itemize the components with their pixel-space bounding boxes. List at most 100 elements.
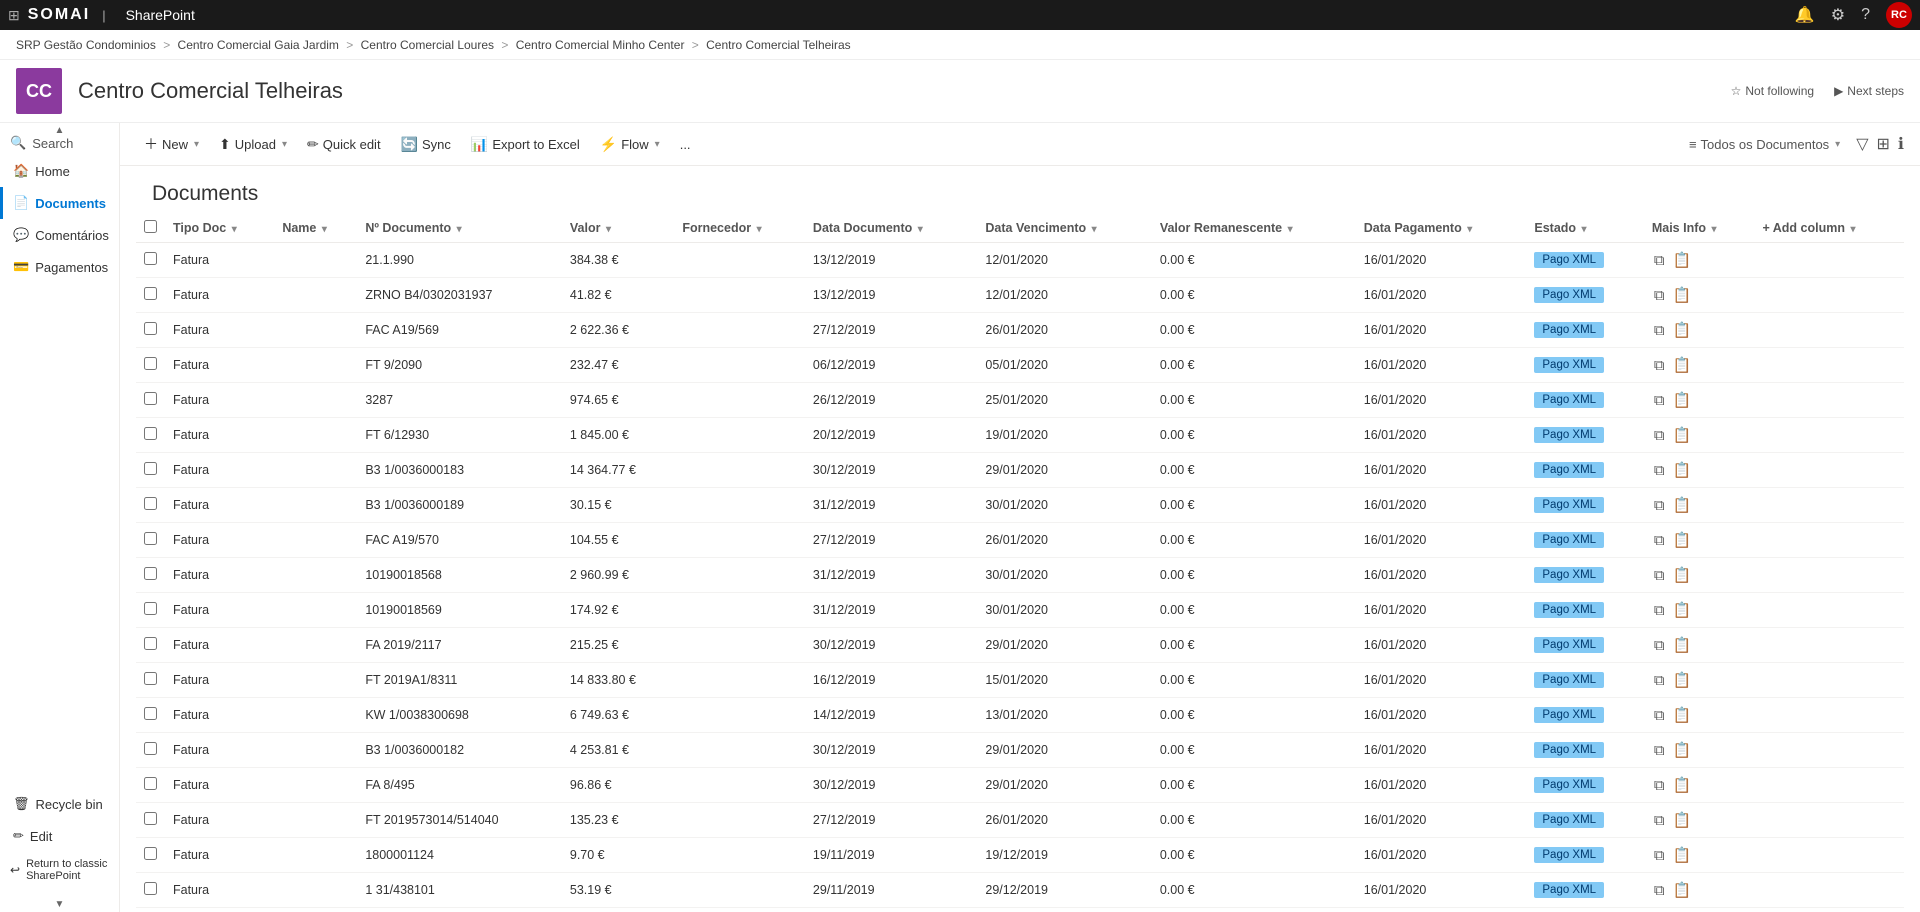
user-avatar[interactable]: RC [1886,2,1912,28]
copy-icon[interactable]: ⧉ [1652,250,1667,271]
upload-button[interactable]: ⬆ Upload ▾ [211,131,295,158]
sidebar-item-documents[interactable]: 📄 Documents [0,187,119,219]
sidebar-item-recycle[interactable]: 🗑 Recycle bin [0,788,119,820]
copy-icon[interactable]: ⧉ [1652,845,1667,866]
export-button[interactable]: 📊 Export to Excel [463,131,588,158]
breadcrumb-minho[interactable]: Centro Comercial Minho Center [512,38,689,52]
file-icon[interactable]: 📋 [1671,634,1694,656]
breadcrumb-loures[interactable]: Centro Comercial Loures [357,38,498,52]
row-checkbox[interactable] [144,812,157,825]
row-checkbox-cell[interactable] [136,313,165,348]
copy-icon[interactable]: ⧉ [1652,460,1667,481]
row-checkbox[interactable] [144,777,157,790]
copy-icon[interactable]: ⧉ [1652,670,1667,691]
col-data-documento[interactable]: Data Documento ▾ [805,214,977,243]
row-checkbox[interactable] [144,532,157,545]
file-icon[interactable]: 📋 [1671,879,1694,901]
col-valor-remanescente[interactable]: Valor Remanescente ▾ [1152,214,1356,243]
col-add-column[interactable]: + Add column ▾ [1754,214,1904,243]
copy-icon[interactable]: ⧉ [1652,320,1667,341]
row-checkbox-cell[interactable] [136,873,165,908]
table-row[interactable]: Fatura 1 31/438101 53.19 € 29/11/2019 29… [136,873,1904,908]
row-checkbox[interactable] [144,742,157,755]
row-checkbox[interactable] [144,287,157,300]
copy-icon[interactable]: ⧉ [1652,425,1667,446]
col-data-vencimento[interactable]: Data Vencimento ▾ [977,214,1151,243]
row-checkbox-cell[interactable] [136,803,165,838]
file-icon[interactable]: 📋 [1671,704,1694,726]
sidebar-scroll-down[interactable]: ▼ [0,897,119,912]
col-tipo-doc[interactable]: Tipo Doc ▾ [165,214,274,243]
table-row[interactable]: Fatura FA 2019/2117 215.25 € 30/12/2019 … [136,628,1904,663]
breadcrumb-telheiras[interactable]: Centro Comercial Telheiras [702,38,855,52]
copy-icon[interactable]: ⧉ [1652,495,1667,516]
table-row[interactable]: Fatura 10190018569 174.92 € 31/12/2019 3… [136,593,1904,628]
row-checkbox-cell[interactable] [136,418,165,453]
copy-icon[interactable]: ⧉ [1652,740,1667,761]
table-row[interactable]: Fatura B3 1/0036000183 14 364.77 € 30/12… [136,453,1904,488]
table-row[interactable]: Fatura FT 2019A1/8311 14 833.80 € 16/12/… [136,663,1904,698]
copy-icon[interactable]: ⧉ [1652,390,1667,411]
copy-icon[interactable]: ⧉ [1652,530,1667,551]
row-checkbox-cell[interactable] [136,278,165,313]
row-checkbox[interactable] [144,567,157,580]
row-checkbox[interactable] [144,672,157,685]
row-checkbox-cell[interactable] [136,453,165,488]
copy-icon[interactable]: ⧉ [1652,635,1667,656]
file-icon[interactable]: 📋 [1671,319,1694,341]
row-checkbox[interactable] [144,427,157,440]
col-valor[interactable]: Valor ▾ [562,214,674,243]
row-checkbox[interactable] [144,637,157,650]
row-checkbox[interactable] [144,882,157,895]
sidebar-scroll-up[interactable]: ▲ [0,123,119,138]
table-row[interactable]: Fatura 21.1.990 384.38 € 13/12/2019 12/0… [136,243,1904,278]
grid-icon[interactable]: ⊞ [8,7,20,24]
col-nr-documento[interactable]: Nº Documento ▾ [357,214,562,243]
col-data-pagamento[interactable]: Data Pagamento ▾ [1356,214,1527,243]
table-row[interactable]: Fatura B3 1/0036000189 30.15 € 31/12/201… [136,488,1904,523]
filter-action-icon[interactable]: ▽ [1856,134,1868,154]
file-icon[interactable]: 📋 [1671,249,1694,271]
file-icon[interactable]: 📋 [1671,809,1694,831]
row-checkbox-cell[interactable] [136,558,165,593]
row-checkbox-cell[interactable] [136,838,165,873]
select-all-checkbox[interactable] [144,220,157,233]
help-icon[interactable]: ? [1861,6,1870,24]
row-checkbox[interactable] [144,392,157,405]
row-checkbox-cell[interactable] [136,733,165,768]
row-checkbox-cell[interactable] [136,488,165,523]
table-row[interactable]: Fatura KW 1/0038300698 6 749.63 € 14/12/… [136,698,1904,733]
not-following-button[interactable]: ☆ Not following [1731,84,1814,98]
copy-icon[interactable]: ⧉ [1652,600,1667,621]
copy-icon[interactable]: ⧉ [1652,705,1667,726]
table-row[interactable]: Fatura ZRNO B4/0302031937 41.82 € 13/12/… [136,278,1904,313]
table-row[interactable]: Fatura FT 2019573014/514040 135.23 € 27/… [136,803,1904,838]
notifications-icon[interactable]: 🔔 [1795,5,1815,25]
file-icon[interactable]: 📋 [1671,739,1694,761]
sync-button[interactable]: 🔄 Sync [393,131,459,158]
file-icon[interactable]: 📋 [1671,669,1694,691]
file-icon[interactable]: 📋 [1671,284,1694,306]
flow-button[interactable]: ⚡ Flow ▾ [592,131,668,158]
file-icon[interactable]: 📋 [1671,424,1694,446]
quick-edit-button[interactable]: ✏ Quick edit [299,131,389,158]
info-icon[interactable]: ℹ [1898,134,1904,154]
table-row[interactable]: Fatura B3 1/0036000182 4 253.81 € 30/12/… [136,733,1904,768]
file-icon[interactable]: 📋 [1671,529,1694,551]
table-row[interactable]: Fatura FAC A19/570 104.55 € 27/12/2019 2… [136,523,1904,558]
breadcrumb-srp[interactable]: SRP Gestão Condominios [12,38,160,52]
row-checkbox-cell[interactable] [136,593,165,628]
next-steps-button[interactable]: ▶ Next steps [1834,84,1904,98]
sidebar-return-classic[interactable]: ↩ Return to classic SharePoint [0,852,119,888]
file-icon[interactable]: 📋 [1671,599,1694,621]
breadcrumb-gaia[interactable]: Centro Comercial Gaia Jardim [174,38,343,52]
col-estado[interactable]: Estado ▾ [1526,214,1643,243]
table-row[interactable]: Fatura FAC A19/569 2 622.36 € 27/12/2019… [136,313,1904,348]
copy-icon[interactable]: ⧉ [1652,880,1667,901]
row-checkbox[interactable] [144,707,157,720]
sidebar-item-edit[interactable]: ✏ Edit [0,820,119,852]
table-row[interactable]: Fatura 1800001124 9.70 € 19/11/2019 19/1… [136,838,1904,873]
filter-view-button[interactable]: ≡ Todos os Documentos ▾ [1681,133,1848,156]
file-icon[interactable]: 📋 [1671,459,1694,481]
new-button[interactable]: ＋ New ▾ [136,129,207,159]
